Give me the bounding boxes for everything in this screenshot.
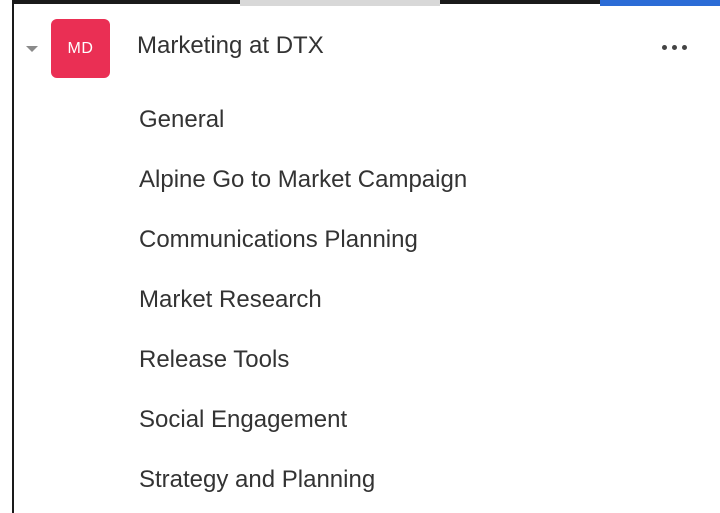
dot [681, 44, 687, 50]
team-initials: MD [67, 39, 94, 57]
channel-market-research[interactable]: Market Research [139, 270, 467, 330]
dot [661, 44, 667, 50]
top-tab-gray [240, 0, 440, 6]
channel-strategy-and-planning[interactable]: Strategy and Planning [139, 450, 467, 510]
channel-social-engagement[interactable]: Social Engagement [139, 390, 467, 450]
channel-list: General Alpine Go to Market Campaign Com… [139, 90, 467, 510]
team-avatar: MD [51, 19, 110, 78]
channel-communications-planning[interactable]: Communications Planning [139, 210, 467, 270]
team-name[interactable]: Marketing at DTX [137, 32, 324, 60]
teams-sidebar: MD Marketing at DTX General Alpine Go to… [0, 0, 720, 513]
channel-release-tools[interactable]: Release Tools [139, 330, 467, 390]
channel-general[interactable]: General [139, 90, 467, 150]
top-tab-blue [600, 0, 720, 6]
caret-down-icon[interactable] [26, 46, 38, 52]
team-header[interactable]: MD Marketing at DTX [14, 16, 720, 82]
channel-alpine-go-to-market-campaign[interactable]: Alpine Go to Market Campaign [139, 150, 467, 210]
more-options-icon[interactable] [654, 32, 694, 62]
dot [671, 44, 677, 50]
